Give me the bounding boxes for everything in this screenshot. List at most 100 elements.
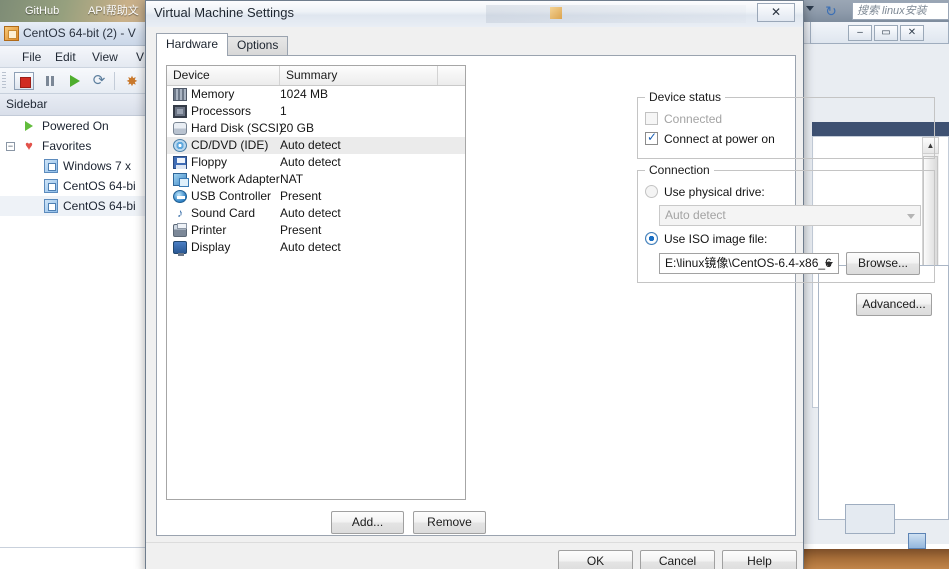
- chevron-down-icon[interactable]: [825, 262, 833, 267]
- chevron-down-icon[interactable]: [806, 6, 814, 11]
- sidebar-header: Sidebar: [0, 94, 147, 116]
- device-name: CD/DVD (IDE): [191, 138, 269, 152]
- device-summary: Present: [280, 223, 322, 237]
- remove-button[interactable]: Remove: [413, 511, 486, 534]
- menu-view[interactable]: View: [88, 49, 122, 65]
- ok-button[interactable]: OK: [558, 550, 633, 569]
- device-name: Hard Disk (SCSI): [191, 121, 284, 135]
- sidebar-item-windows7[interactable]: Windows 7 x: [0, 156, 147, 176]
- iso-path-value: E:\linux镜像\CentOS-6.4-x86_6: [665, 256, 832, 270]
- background-taskbar-icon[interactable]: [908, 533, 926, 549]
- heart-icon: ♥: [25, 138, 33, 153]
- menu-file[interactable]: File: [18, 49, 45, 65]
- iso-path-select[interactable]: E:\linux镜像\CentOS-6.4-x86_6: [659, 253, 839, 274]
- use-iso-image-row[interactable]: Use ISO image file:: [645, 231, 845, 247]
- close-icon[interactable]: ✕: [757, 3, 795, 22]
- background-tab-api[interactable]: API帮助文: [88, 2, 139, 21]
- connect-at-power-on-row[interactable]: Connect at power on: [645, 130, 865, 147]
- sidebar-item-label: Windows 7 x: [63, 159, 132, 173]
- column-header-summary[interactable]: Summary: [280, 66, 438, 85]
- table-row[interactable]: Memory 1024 MB: [167, 86, 465, 103]
- table-row[interactable]: Floppy Auto detect: [167, 154, 465, 171]
- toolbar-grip[interactable]: [2, 72, 6, 90]
- sidebar-item-centos-1[interactable]: CentOS 64-bi: [0, 176, 147, 196]
- table-row[interactable]: Printer Present: [167, 222, 465, 239]
- connected-checkbox[interactable]: [645, 112, 658, 125]
- advanced-button[interactable]: Advanced...: [856, 293, 932, 316]
- stop-button[interactable]: [14, 72, 34, 90]
- refresh-icon[interactable]: ↻: [823, 3, 839, 19]
- table-row[interactable]: CD/DVD (IDE) Auto detect: [167, 137, 465, 154]
- device-table-rows: Memory 1024 MB Processors 1 Hard Disk (S…: [167, 86, 465, 256]
- background-tab-github[interactable]: GitHub: [25, 2, 59, 21]
- device-summary: NAT: [280, 172, 304, 186]
- cancel-button[interactable]: Cancel: [640, 550, 715, 569]
- add-button[interactable]: Add...: [331, 511, 404, 534]
- pause-button[interactable]: [40, 72, 60, 90]
- table-row[interactable]: USB Controller Present: [167, 188, 465, 205]
- vm-icon: [44, 199, 58, 213]
- device-name: USB Controller: [191, 189, 272, 203]
- use-physical-drive-row[interactable]: Use physical drive:: [645, 184, 845, 200]
- toolbar-separator: [114, 72, 115, 90]
- column-header-spacer: [438, 66, 465, 85]
- sidebar-item-favorites[interactable]: − ♥ Favorites: [0, 136, 147, 156]
- floppy-icon: [173, 156, 187, 169]
- cpu-icon: [173, 105, 187, 118]
- use-iso-image-radio[interactable]: [645, 232, 658, 245]
- device-table-header: Device Summary: [167, 66, 465, 86]
- desktop-strip-right: [800, 549, 949, 569]
- vmware-titlebar: CentOS 64-bit (2) - V: [0, 22, 147, 46]
- reset-icon[interactable]: ⟳: [89, 72, 109, 90]
- background-minimize-button[interactable]: –: [848, 25, 872, 41]
- tab-hardware[interactable]: Hardware: [156, 33, 229, 56]
- vmware-content-area: [0, 547, 147, 569]
- background-maximize-button[interactable]: ▭: [874, 25, 898, 41]
- device-summary: Auto detect: [280, 206, 341, 220]
- vmware-app-icon: [4, 26, 19, 41]
- help-button[interactable]: Help: [722, 550, 797, 569]
- tab-options[interactable]: Options: [227, 36, 289, 55]
- physical-drive-select[interactable]: Auto detect: [659, 205, 921, 226]
- chevron-down-icon[interactable]: [907, 214, 915, 219]
- sidebar-item-label: Favorites: [42, 139, 92, 153]
- connected-label: Connected: [664, 112, 723, 126]
- connect-at-power-on-checkbox[interactable]: [645, 130, 658, 145]
- table-row[interactable]: Network Adapter NAT: [167, 171, 465, 188]
- memory-icon: [173, 88, 187, 101]
- device-name: Processors: [191, 104, 252, 118]
- device-table[interactable]: Device Summary Memory 1024 MB Processors…: [166, 65, 466, 500]
- table-row[interactable]: Hard Disk (SCSI) 20 GB: [167, 120, 465, 137]
- screen: GitHub API帮助文 V ↻ 搜索 linux安装 – ▭ ✕ ▲ ≡ C…: [0, 0, 949, 569]
- column-header-device[interactable]: Device: [167, 66, 280, 85]
- table-row[interactable]: Processors 1: [167, 103, 465, 120]
- sidebar-tree: Powered On − ♥ Favorites Windows 7 x Cen…: [0, 116, 147, 547]
- device-summary: 1024 MB: [280, 87, 329, 101]
- sidebar-item-centos-2[interactable]: CentOS 64-bi: [0, 196, 147, 216]
- background-inner-dialog: [845, 504, 895, 534]
- menu-edit[interactable]: Edit: [51, 49, 80, 65]
- device-summary: Auto detect: [280, 240, 341, 254]
- dialog-body: Hardware Options Device Summary Memory 1…: [151, 27, 935, 542]
- sidebar-item-powered-on[interactable]: Powered On: [0, 116, 147, 136]
- snapshot-icon[interactable]: ✸: [122, 72, 142, 90]
- background-close-button[interactable]: ✕: [900, 25, 924, 41]
- device-status-group: Device status: [637, 90, 935, 159]
- device-summary: 1: [280, 104, 287, 118]
- use-physical-drive-radio[interactable]: [645, 185, 658, 198]
- play-icon: [22, 119, 36, 133]
- connected-checkbox-row[interactable]: Connected: [645, 111, 845, 127]
- harddisk-icon: [173, 122, 187, 135]
- browse-button[interactable]: Browse...: [846, 252, 920, 275]
- table-row[interactable]: ♪ Sound Card Auto detect: [167, 205, 465, 222]
- play-button[interactable]: [64, 72, 84, 90]
- device-name: Memory: [191, 87, 235, 101]
- use-physical-drive-label: Use physical drive:: [664, 185, 765, 199]
- table-row[interactable]: Display Auto detect: [167, 239, 465, 256]
- printer-icon: [173, 223, 187, 237]
- device-name: Network Adapter: [191, 172, 280, 186]
- usb-icon: [173, 190, 187, 203]
- expander-icon[interactable]: −: [6, 142, 15, 151]
- background-search-input[interactable]: 搜索 linux安装: [852, 2, 949, 20]
- virtual-machine-settings-dialog: Virtual Machine Settings ✕ Hardware Opti…: [145, 0, 935, 569]
